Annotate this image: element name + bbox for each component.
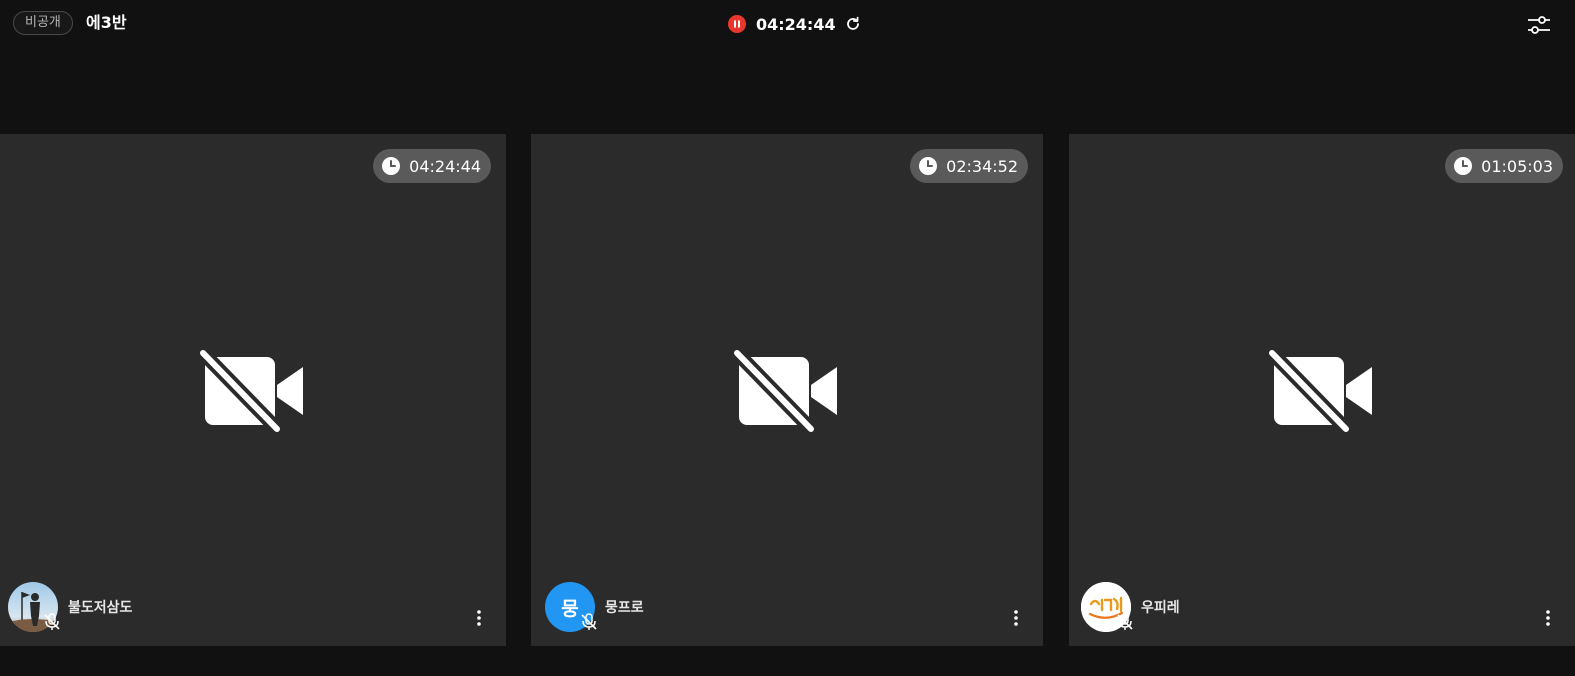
participant-tile[interactable]: 02:34:52 뭉 뭉프로	[531, 134, 1043, 646]
participant-footer: 우피레	[1081, 582, 1180, 632]
session-status: 04:24:44	[728, 12, 862, 36]
more-options-icon[interactable]	[1007, 608, 1025, 628]
visibility-badge: 비공개	[13, 11, 73, 35]
refresh-icon[interactable]	[844, 15, 862, 33]
clock-icon	[382, 157, 401, 175]
participant-footer: 뭉 뭉프로	[545, 582, 644, 632]
camera-off-icon	[731, 347, 837, 435]
participant-name: 뭉프로	[605, 600, 644, 616]
room-title: 에3반	[86, 13, 127, 32]
mic-muted-icon	[581, 613, 597, 630]
pause-button[interactable]	[728, 15, 746, 33]
avatar[interactable]	[8, 582, 60, 632]
participant-timer-text: 01:05:03	[1481, 156, 1553, 176]
pause-icon	[734, 20, 740, 28]
avatar[interactable]: 뭉	[545, 582, 597, 632]
participant-timer: 04:24:44	[373, 149, 491, 183]
avatar[interactable]	[1081, 582, 1133, 632]
participant-timer: 02:34:52	[910, 149, 1028, 183]
more-options-icon[interactable]	[470, 608, 488, 628]
top-bar: 비공개 에3반 04:24:44	[0, 0, 1575, 48]
participant-footer: 불도저삼도	[8, 582, 132, 632]
participant-name: 불도저삼도	[68, 600, 133, 616]
session-time: 04:24:44	[756, 14, 836, 34]
mic-muted-icon	[44, 613, 60, 630]
more-options-icon[interactable]	[1539, 608, 1557, 628]
camera-off-icon	[197, 347, 303, 435]
mic-muted-icon	[1117, 613, 1133, 630]
sliders-icon[interactable]	[1527, 13, 1551, 37]
clock-icon	[1454, 157, 1473, 175]
clock-icon	[919, 157, 938, 175]
participant-name: 우피레	[1141, 600, 1180, 616]
camera-off-icon	[1266, 347, 1372, 435]
participant-timer: 01:05:03	[1445, 149, 1563, 183]
participant-tile[interactable]: 01:05:03 우피레	[1069, 134, 1575, 646]
participant-timer-text: 04:24:44	[409, 156, 481, 176]
participant-timer-text: 02:34:52	[946, 156, 1018, 176]
participant-tile[interactable]: 04:24:44 불도저삼도	[0, 134, 506, 646]
